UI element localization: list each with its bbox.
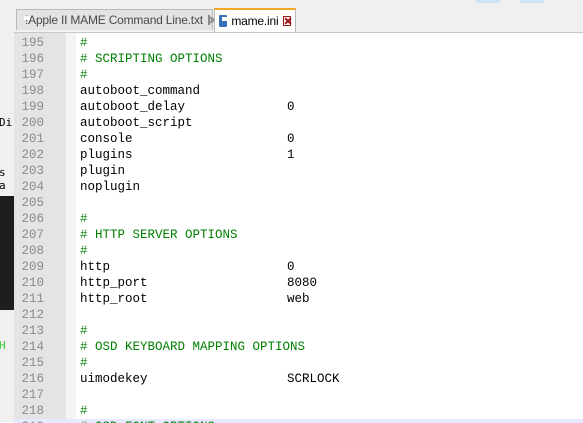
editor-lines[interactable]: 195 #196 # SCRIPTING OPTIONS 197 #198 autoboo… [14, 35, 583, 423]
line-number: 204 [21, 180, 44, 194]
code-line[interactable]: 201 console 0 [14, 131, 583, 147]
code-line[interactable]: 195 # [14, 35, 583, 51]
option-key: http_root [80, 292, 148, 306]
background-text-fragment: H [0, 339, 6, 352]
option-key: noplugin [80, 180, 141, 194]
close-tab-icon[interactable] [207, 15, 210, 25]
line-number: 205 [21, 196, 44, 210]
option-key: http [80, 260, 111, 274]
line-number: 207 [21, 228, 44, 242]
option-key: autoboot_script [80, 116, 193, 130]
line-number: 199 [21, 100, 44, 114]
line-number: 218 [21, 404, 44, 418]
option-key: console [80, 132, 133, 146]
comment-text: # OSD FONT OPTIONS [80, 419, 215, 423]
comment-text: # [80, 244, 88, 258]
line-number: 216 [21, 372, 44, 386]
code-line[interactable]: 218 # [14, 403, 583, 419]
background-text-fragment: Di [0, 116, 13, 129]
option-value: 8080 [287, 276, 318, 290]
line-number: 219 [14, 419, 44, 423]
comment-text: # OSD KEYBOARD MAPPING OPTIONS [80, 340, 306, 354]
line-number: 210 [21, 276, 44, 290]
line-number: 203 [21, 164, 44, 178]
comment-text: # [80, 212, 88, 226]
line-number: 200 [21, 116, 44, 130]
tab-bar: !Apple II MAME Command Line.txt mame.ini [14, 0, 583, 32]
comment-text: # [80, 356, 88, 370]
code-line[interactable]: 208 # [14, 243, 583, 259]
code-line[interactable]: 203 plugin [14, 163, 583, 179]
background-window: Di s a H [0, 0, 14, 422]
toolbar-button-edge[interactable] [476, 0, 500, 3]
option-value: 1 [287, 148, 295, 162]
comment-text: # [80, 324, 88, 338]
text-editor[interactable]: 195 #196 # SCRIPTING OPTIONS 197 #198 autoboo… [14, 32, 583, 423]
code-line[interactable]: 199 autoboot_delay 0 [14, 99, 583, 115]
line-number: 196 [21, 52, 44, 66]
comment-text: # HTTP SERVER OPTIONS [80, 228, 238, 242]
code-line[interactable]: 219 # OSD FONT OPTIONS [14, 419, 583, 423]
code-line[interactable]: 204 noplugin [14, 179, 583, 195]
line-number: 209 [21, 260, 44, 274]
line-number: 202 [21, 148, 44, 162]
line-number: 213 [21, 324, 44, 338]
option-value: SCRLOCK [287, 372, 340, 386]
code-line[interactable]: 205 [14, 195, 583, 211]
code-line[interactable]: 202 plugins 1 [14, 147, 583, 163]
comment-text: # [80, 36, 88, 50]
close-tab-icon[interactable] [283, 16, 291, 26]
line-number: 214 [21, 340, 44, 354]
background-terminal [0, 196, 14, 310]
code-line[interactable]: 214 # OSD KEYBOARD MAPPING OPTIONS [14, 339, 583, 355]
line-number: 197 [21, 68, 44, 82]
code-line[interactable]: 216 uimodekey SCRLOCK [14, 371, 583, 387]
option-value: web [287, 292, 310, 306]
code-line[interactable]: 212 [14, 307, 583, 323]
line-number: 195 [21, 36, 44, 50]
line-number: 217 [21, 388, 44, 402]
code-line[interactable]: 200 autoboot_script [14, 115, 583, 131]
background-text-fragment: s a [0, 166, 6, 192]
line-number: 198 [21, 84, 44, 98]
line-number: 212 [21, 308, 44, 322]
line-number: 206 [21, 212, 44, 226]
option-key: plugin [80, 164, 126, 178]
option-value: 0 [287, 132, 295, 146]
toolbar-button-edge[interactable] [520, 0, 544, 3]
option-key: autoboot_command [80, 84, 201, 98]
line-number: 208 [21, 244, 44, 258]
option-value: 0 [287, 100, 295, 114]
comment-text: # [80, 68, 88, 82]
save-file-icon [219, 15, 229, 27]
code-line[interactable]: 213 # [14, 323, 583, 339]
option-key: autoboot_delay [80, 100, 186, 114]
code-line[interactable]: 206 # [14, 211, 583, 227]
code-line[interactable]: 207 # HTTP SERVER OPTIONS [14, 227, 583, 243]
code-line[interactable]: 198 autoboot_command [14, 83, 583, 99]
tab-label: mame.ini [231, 14, 279, 28]
line-number: 201 [21, 132, 44, 146]
code-line[interactable]: 196 # SCRIPTING OPTIONS [14, 51, 583, 67]
code-line[interactable]: 210 http_port 8080 [14, 275, 583, 291]
comment-text: # SCRIPTING OPTIONS [80, 52, 223, 66]
line-number: 211 [21, 292, 44, 306]
code-line[interactable]: 217 [14, 387, 583, 403]
tab-apple-ii-command-line[interactable]: !Apple II MAME Command Line.txt [16, 9, 213, 30]
option-value: 0 [287, 260, 295, 274]
tab-mame-ini[interactable]: mame.ini [214, 8, 296, 32]
option-key: plugins [80, 148, 133, 162]
option-key: uimodekey [80, 372, 148, 386]
code-line[interactable]: 211 http_root web [14, 291, 583, 307]
code-line[interactable]: 209 http 0 [14, 259, 583, 275]
code-line[interactable]: 197 # [14, 67, 583, 83]
option-key: http_port [80, 276, 148, 290]
line-number: 215 [21, 356, 44, 370]
tab-label: !Apple II MAME Command Line.txt [25, 13, 203, 27]
comment-text: # [80, 404, 88, 418]
code-line[interactable]: 215 # [14, 355, 583, 371]
